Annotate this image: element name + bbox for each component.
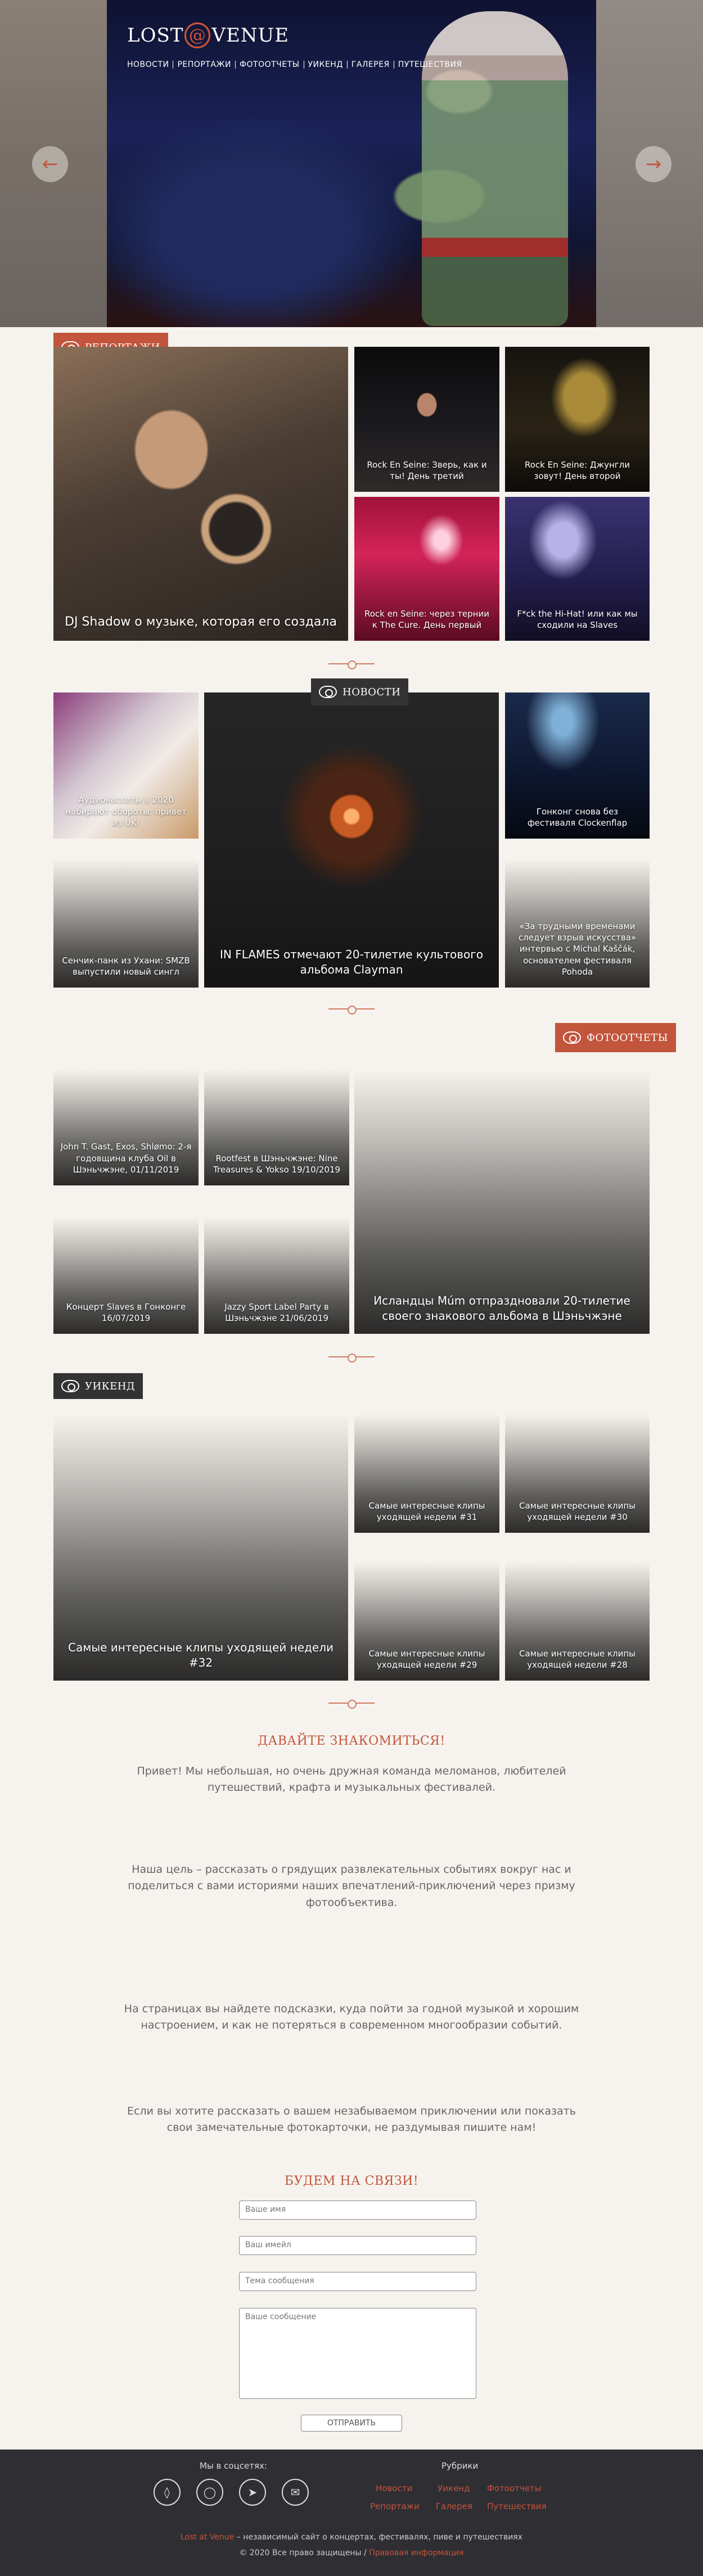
report-card-rock-en-seine-2[interactable]: Rock En Seine: Джунгли зовут! День второ… [505,347,650,492]
report-card-title: Rock En Seine: Зверь, как и ты! День тре… [367,459,487,481]
footer-brand-link[interactable]: Lost at Venue [181,2533,234,2542]
news-card-title: «За трудными временами следует взрыв иск… [518,921,637,977]
news-card-pohoda[interactable]: «За трудными временами следует взрыв иск… [505,859,650,988]
report-card-rock-en-seine-1[interactable]: Rock en Seine: через тернии к The Cure. … [354,497,499,641]
footer-tagline: Lost at Venue – независимый сайт о конце… [0,2533,703,2542]
nav-item-gallery[interactable]: ГАЛЕРЕЯ [346,61,394,69]
weekend-card-title: Самые интересные клипы уходящей недели #… [368,1648,485,1670]
logo-at-icon: @ [184,22,211,48]
section-tag-label: НОВОСТИ [343,686,401,698]
report-card-slaves[interactable]: F*ck the Hi-Hat! или как мы сходили на S… [505,497,650,641]
message-field[interactable]: Ваше сообщение [239,2308,476,2399]
weekend-card-31[interactable]: Самые интересные клипы уходящей недели #… [354,1414,499,1533]
vk-icon[interactable]: ◊ [154,2479,181,2506]
about-title: ДАВАЙТЕ ЗНАКОМИТЬСЯ! [258,1734,445,1748]
section-divider [328,1353,375,1362]
nav-item-weekend[interactable]: УИКЕНД [303,61,347,69]
photo-card-title: Jazzy Sport Label Party в Шэньчжэне 21/0… [224,1301,329,1323]
messenger-icon[interactable]: ✉ [282,2479,309,2506]
section-tag-weekend[interactable]: УИКЕНД [53,1373,143,1399]
report-card-dj-shadow[interactable]: DJ Shadow о музыке, которая его создала [53,347,348,641]
weekend-card-30[interactable]: Самые интересные клипы уходящей недели #… [505,1414,650,1533]
news-card-title: IN FLAMES отмечают 20-тилетие культового… [220,948,483,976]
hero-slider: LOST @ VENUE НОВОСТИ РЕПОРТАЖИ ФОТООТЧЕТ… [0,0,703,327]
photo-card-jazzy-sport[interactable]: Jazzy Sport Label Party в Шэньчжэне 21/0… [204,1217,349,1334]
footer-link-photo-reports[interactable]: Фотоотчеты [487,2483,542,2493]
photo-card-title: John T. Gast, Exos, Shlømo: 2-я годовщин… [60,1142,192,1175]
eye-icon [61,1380,79,1392]
nav-item-reports[interactable]: РЕПОРТАЖИ [173,61,235,69]
email-field[interactable]: Ваш имейл [239,2236,476,2255]
logo-text-left: LOST [127,24,184,47]
report-card-title: F*ck the Hi-Hat! или как мы сходили на S… [517,608,638,630]
photo-card-oil-club[interactable]: John T. Gast, Exos, Shlømo: 2-я годовщин… [53,1069,199,1185]
report-card-rock-en-seine-3[interactable]: Rock En Seine: Зверь, как и ты! День тре… [354,347,499,492]
weekend-card-title: Самые интересные клипы уходящей недели #… [519,1500,636,1522]
section-divider [328,660,375,669]
section-divider [328,1005,375,1015]
weekend-card-title: Самые интересные клипы уходящей недели #… [519,1648,636,1670]
about-paragraph: Если вы хотите рассказать о вашем незабы… [127,2105,576,2134]
photo-card-slaves-hk[interactable]: Концерт Slaves в Гонконге 16/07/2019 [53,1217,199,1334]
weekend-card-32[interactable]: Самые интересные клипы уходящей недели #… [53,1414,348,1681]
about-paragraph: Наша цель – рассказать о грядущих развле… [128,1863,575,1909]
section-tag-label: ФОТООТЧЕТЫ [587,1031,668,1044]
photo-card-mum[interactable]: Исландцы Múm отпраздновали 20-тилетие св… [354,1069,650,1334]
footer-link-gallery[interactable]: Галерея [436,2501,472,2511]
section-tag-photo-reports[interactable]: ФОТООТЧЕТЫ [555,1023,676,1052]
rubrics-title: Рубрики [441,2461,479,2471]
legal-info-link[interactable]: Правовая информация [367,2548,463,2557]
photo-card-rootfest[interactable]: Rootfest в Шэньчжэне: Nine Treasures & Y… [204,1069,349,1185]
photo-card-title: Исландцы Múm отпраздновали 20-тилетие св… [373,1294,630,1323]
news-card-title: Аудиокассеты в 2020 набирают обороты: пр… [65,795,187,828]
weekend-card-title: Самые интересные клипы уходящей недели #… [68,1641,334,1669]
report-card-title: Rock En Seine: Джунгли зовут! День второ… [525,459,630,481]
news-card-clockenflap[interactable]: Гонконг снова без фестиваля Clockenflap [505,692,650,839]
news-card-smzb[interactable]: Сенчик-панк из Ухани: SMZB выпустили нов… [53,859,199,988]
site-footer: Мы в соцсетях: ◊ ◯ ➤ ✉ Рубрики Новости У… [0,2450,703,2576]
news-card-in-flames[interactable]: IN FLAMES отмечают 20-тилетие культового… [204,692,499,988]
weekend-card-29[interactable]: Самые интересные клипы уходящей недели #… [354,1561,499,1681]
logo-text-right: VENUE [211,24,290,47]
submit-button[interactable]: ОТПРАВИТЬ [301,2415,402,2432]
section-tag-label: УИКЕНД [85,1380,136,1392]
hero-main-image[interactable] [107,0,596,327]
report-card-title: Rock en Seine: через тернии к The Cure. … [364,608,489,630]
eye-icon [319,686,337,698]
news-card-title: Сенчик-панк из Ухани: SMZB выпустили нов… [62,955,190,977]
about-paragraph: На страницах вы найдете подсказки, куда … [124,2003,579,2032]
photo-card-title: Rootfest в Шэньчжэне: Nine Treasures & Y… [213,1153,340,1175]
weekend-card-28[interactable]: Самые интересные клипы уходящей недели #… [505,1561,650,1681]
contact-title: БУДЕМ НА СВЯЗИ! [284,2174,419,2188]
main-nav: НОВОСТИ РЕПОРТАЖИ ФОТООТЧЕТЫ УИКЕНД ГАЛЕ… [127,61,466,69]
site-logo[interactable]: LOST @ VENUE [127,22,289,48]
eye-icon [563,1031,581,1044]
section-tag-news[interactable]: НОВОСТИ [311,678,409,705]
nav-item-travel[interactable]: ПУТЕШЕСТВИЯ [393,61,466,69]
name-field[interactable]: Ваше имя [239,2201,476,2220]
footer-copyright: © 2020 Все право защищены / Правовая инф… [0,2548,703,2557]
footer-link-weekend[interactable]: Уикенд [438,2483,470,2493]
footer-link-reports[interactable]: Репортажи [370,2501,420,2511]
subject-field[interactable]: Тема сообщения [239,2272,476,2291]
report-card-title: DJ Shadow о музыке, которая его создала [65,615,337,630]
copyright-text: © 2020 Все право защищены / [239,2548,367,2557]
footer-link-travel[interactable]: Путешествия [487,2501,547,2511]
nav-item-news[interactable]: НОВОСТИ [127,61,173,69]
news-card-cassettes[interactable]: Аудиокассеты в 2020 набирают обороты: пр… [53,692,199,839]
nav-item-photo-reports[interactable]: ФОТООТЧЕТЫ [235,61,304,69]
photo-card-title: Концерт Slaves в Гонконге 16/07/2019 [66,1301,186,1323]
arrow-right-icon[interactable]: → [636,146,672,182]
footer-link-news[interactable]: Новости [376,2483,412,2493]
instagram-icon[interactable]: ◯ [196,2479,223,2506]
hero-singer-figure [422,11,568,326]
social-title: Мы в соцсетях: [200,2461,267,2471]
arrow-left-icon[interactable]: ← [32,146,68,182]
about-paragraph: Привет! Мы небольшая, но очень дружная к… [137,1765,566,1794]
telegram-icon[interactable]: ➤ [239,2479,266,2506]
news-card-title: Гонконг снова без фестиваля Clockenflap [527,806,628,828]
section-divider [328,1699,375,1709]
footer-tagline-text: – независимый сайт о концертах, фестивал… [234,2533,523,2542]
weekend-card-title: Самые интересные клипы уходящей недели #… [368,1500,485,1522]
